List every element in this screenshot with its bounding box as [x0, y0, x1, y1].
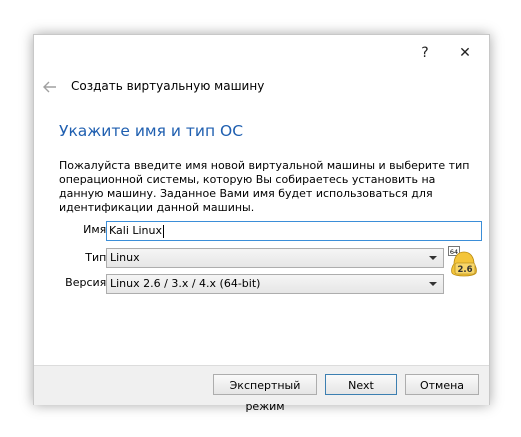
button-bar: Экспертный режим Next Отмена: [34, 365, 489, 413]
close-button[interactable]: ✕: [451, 41, 479, 65]
linux-64-icon: 64 2.6: [448, 246, 480, 280]
chevron-down-icon: [429, 282, 437, 286]
expert-mode-button[interactable]: Экспертный режим: [213, 374, 317, 413]
type-label: Тип:: [85, 251, 110, 264]
dialog-title: Создать виртуальную машину: [71, 79, 265, 93]
name-label: Имя:: [83, 223, 110, 236]
type-select[interactable]: Linux: [106, 248, 444, 268]
name-input-value: Kali Linux: [109, 224, 163, 237]
badge-version-text: 2.6: [457, 265, 472, 275]
create-vm-dialog: ? ✕ Создать виртуальную машину Укажите и…: [33, 34, 490, 413]
version-select-value: Linux 2.6 / 3.x / 4.x (64-bit): [110, 277, 261, 290]
version-select[interactable]: Linux 2.6 / 3.x / 4.x (64-bit): [106, 274, 444, 294]
description-text: Пожалуйста введите имя новой виртуальной…: [59, 159, 470, 214]
help-button[interactable]: ?: [411, 41, 439, 65]
page-heading: Укажите имя и тип ОС: [59, 122, 244, 140]
chevron-down-icon: [429, 256, 437, 260]
type-select-value: Linux: [110, 251, 140, 264]
text-caret: [163, 224, 165, 238]
version-label: Версия:: [65, 276, 110, 289]
name-input[interactable]: Kali Linux: [106, 221, 482, 241]
cancel-button[interactable]: Отмена: [405, 374, 479, 395]
back-arrow-icon[interactable]: [42, 79, 58, 95]
next-button[interactable]: Next: [325, 374, 397, 395]
